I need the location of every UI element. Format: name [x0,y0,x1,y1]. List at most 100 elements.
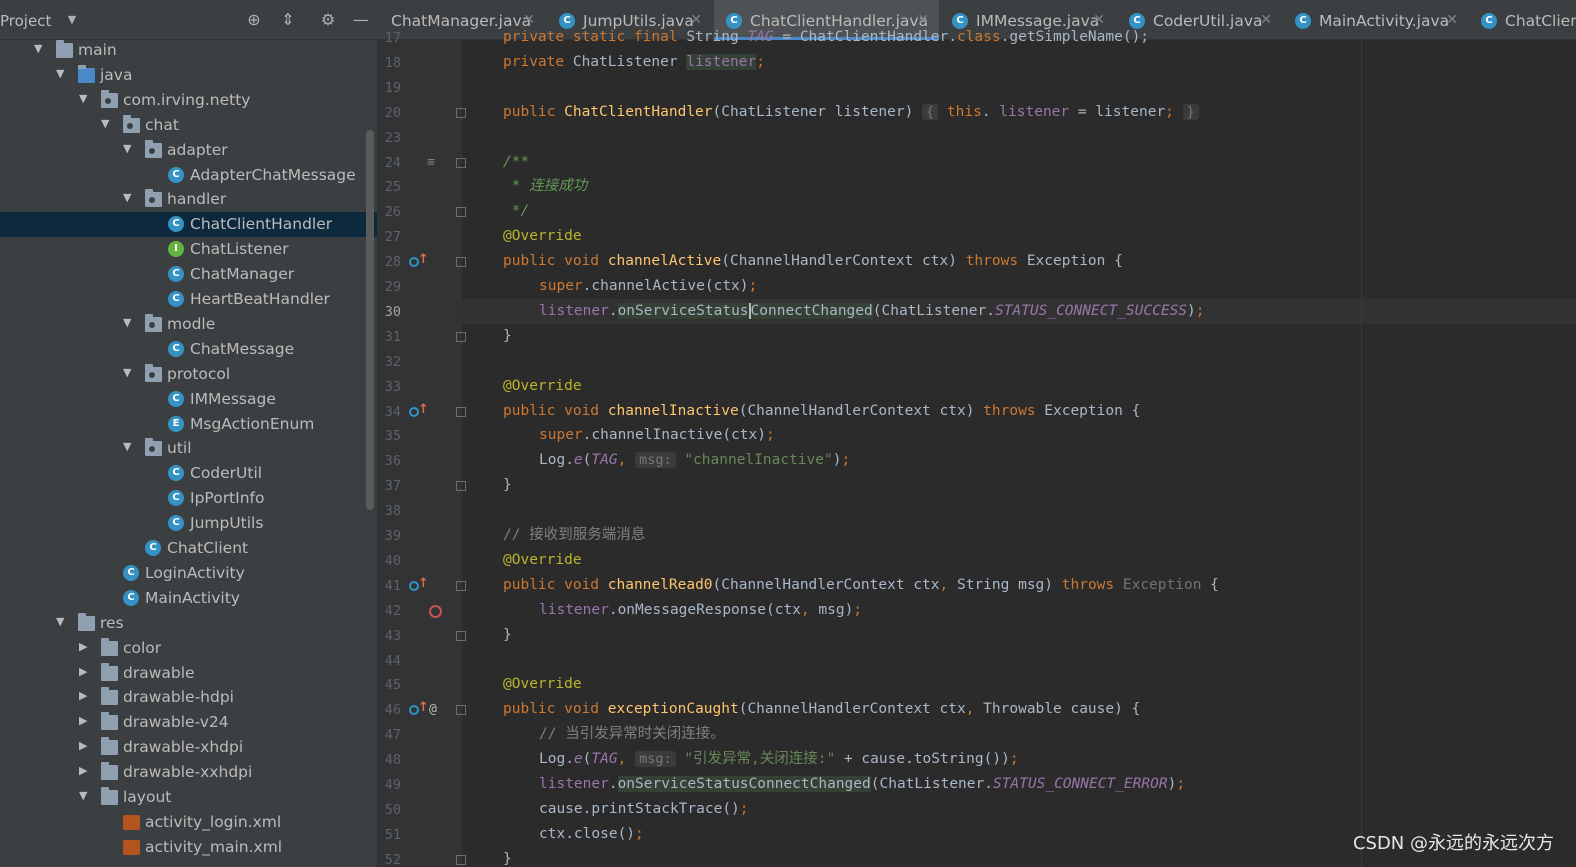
tree-item[interactable]: ▼ protocol [0,362,377,387]
tree-item[interactable]: C LoginActivity [0,561,377,586]
code-line[interactable]: cause.printStackTrace(); [539,797,749,822]
editor-tab[interactable]: C ChatClien [1469,0,1576,40]
override-method-icon[interactable]: ↑ [409,402,429,420]
override-method-icon[interactable]: ↑ [409,700,429,718]
line-number[interactable]: 47 [377,727,401,743]
line-number[interactable]: 39 [377,528,401,544]
line-number[interactable]: 50 [377,802,401,818]
line-number[interactable]: 32 [377,354,401,370]
doc-comment-icon[interactable]: ≡ [427,155,435,170]
editor-tab[interactable]: C MainActivity.java ✕ [1283,0,1468,40]
code-line[interactable]: // 当引发异常时关闭连接。 [539,722,725,747]
tree-item[interactable]: activity_main.xml [0,835,377,860]
collapse-arrow-icon[interactable]: ▶ [79,665,91,679]
code-line[interactable]: /** [503,150,529,175]
tree-item[interactable]: ▶ color [0,636,377,661]
tree-item[interactable]: C ChatClientHandler [0,212,377,238]
tree-item[interactable]: ▼ chat [0,113,377,138]
chevron-down-icon[interactable]: ▼ [62,10,82,30]
tree-item[interactable]: C JumpUtils [0,511,377,536]
tree-item[interactable]: ▶ drawable [0,661,377,686]
project-tree-scrollbar[interactable] [366,130,374,510]
tree-item[interactable]: ▼ util [0,436,377,461]
line-number[interactable]: 28 [377,254,401,270]
line-number[interactable]: 24 [377,155,401,171]
code-line[interactable]: } [503,473,512,498]
tree-item[interactable]: C IMMessage [0,387,377,412]
code-line[interactable]: Log.e(TAG, msg: "引发异常,关闭连接:" + cause.toS… [539,747,1019,772]
expand-arrow-icon[interactable]: ▼ [101,117,113,131]
line-number[interactable]: 23 [377,130,401,146]
expand-arrow-icon[interactable]: ▼ [123,316,135,330]
line-number[interactable]: 49 [377,777,401,793]
tree-item[interactable]: ▼ main [0,38,377,63]
override-method-icon[interactable]: ↑ [409,252,429,270]
line-number[interactable]: 52 [377,852,401,867]
line-number[interactable]: 20 [377,105,401,121]
tree-item[interactable]: ▼ modle [0,312,377,337]
tree-item[interactable]: activity_login.xml [0,810,377,835]
tree-item[interactable]: E MsgActionEnum [0,412,377,437]
collapse-arrow-icon[interactable]: ▶ [79,714,91,728]
code-line[interactable]: @Override [503,672,582,697]
code-line[interactable]: listener.onServiceStatusConnectChanged(C… [539,299,1205,324]
code-line[interactable]: * 连接成功 [503,174,587,199]
close-tab-icon[interactable]: ✕ [1260,12,1272,28]
line-number[interactable]: 51 [377,827,401,843]
line-number[interactable]: 46 [377,702,401,718]
collapse-all-icon[interactable]: ⇕ [278,10,298,30]
line-number[interactable]: 40 [377,553,401,569]
tree-item[interactable]: C ChatClient [0,536,377,561]
line-number[interactable]: 43 [377,628,401,644]
code-line[interactable]: private static final String TAG = ChatCl… [503,25,1149,50]
locate-target-icon[interactable]: ⊕ [244,10,264,30]
expand-arrow-icon[interactable]: ▼ [123,440,135,454]
code-line[interactable]: private ChatListener listener; [503,50,765,75]
tree-item[interactable]: ▶ drawable-xxhdpi [0,760,377,785]
line-number[interactable]: 26 [377,204,401,220]
line-number[interactable]: 44 [377,653,401,669]
tree-item[interactable]: C MainActivity [0,586,377,611]
code-line[interactable]: public void exceptionCaught(ChannelHandl… [503,697,1140,722]
code-line[interactable]: listener.onMessageResponse(ctx, msg); [539,598,862,623]
line-number[interactable]: 36 [377,453,401,469]
line-number[interactable]: 27 [377,229,401,245]
collapse-arrow-icon[interactable]: ▶ [79,764,91,778]
line-number[interactable]: 35 [377,428,401,444]
tree-item[interactable]: C ChatManager [0,262,377,287]
line-number[interactable]: 30 [377,304,401,320]
gear-icon[interactable]: ⚙ [318,10,338,30]
code-line[interactable]: @Override [503,374,582,399]
code-line[interactable]: super.channelActive(ctx); [539,274,757,299]
line-number[interactable]: 33 [377,379,401,395]
line-number[interactable]: 48 [377,752,401,768]
code-line[interactable]: public ChatClientHandler(ChatListener li… [503,100,1199,125]
code-line[interactable]: // 接收到服务端消息 [503,523,645,548]
expand-arrow-icon[interactable]: ▼ [123,191,135,205]
project-view-selector[interactable]: Project [0,12,51,30]
tree-item[interactable]: ▼ layout [0,785,377,810]
line-number[interactable]: 19 [377,80,401,96]
tree-item[interactable]: ▼ com.irving.netty [0,88,377,113]
code-line[interactable]: Log.e(TAG, msg: "channelInactive"); [539,448,850,473]
tree-item[interactable]: ▶ drawable-v24 [0,710,377,735]
line-number[interactable]: 38 [377,503,401,519]
tree-item[interactable]: ▶ drawable-hdpi [0,685,377,710]
tree-item[interactable]: ▼ adapter [0,138,377,163]
code-area[interactable]: private static final String TAG = ChatCl… [462,29,1576,867]
line-number[interactable]: 42 [377,603,401,619]
code-line[interactable]: super.channelInactive(ctx); [539,423,775,448]
close-tab-icon[interactable]: ✕ [1446,12,1458,28]
collapse-arrow-icon[interactable]: ▶ [79,739,91,753]
line-number[interactable]: 34 [377,404,401,420]
tree-item[interactable]: C CoderUtil [0,461,377,486]
tree-item[interactable]: ▼ handler [0,187,377,212]
tree-item[interactable]: I ChatListener [0,237,377,262]
code-line[interactable]: public void channelInactive(ChannelHandl… [503,399,1140,424]
annotation-icon[interactable]: @ [429,702,437,717]
line-number[interactable]: 17 [377,30,401,46]
expand-arrow-icon[interactable]: ▼ [123,366,135,380]
code-line[interactable]: } [503,847,512,867]
collapse-arrow-icon[interactable]: ▶ [79,689,91,703]
line-number[interactable]: 31 [377,329,401,345]
